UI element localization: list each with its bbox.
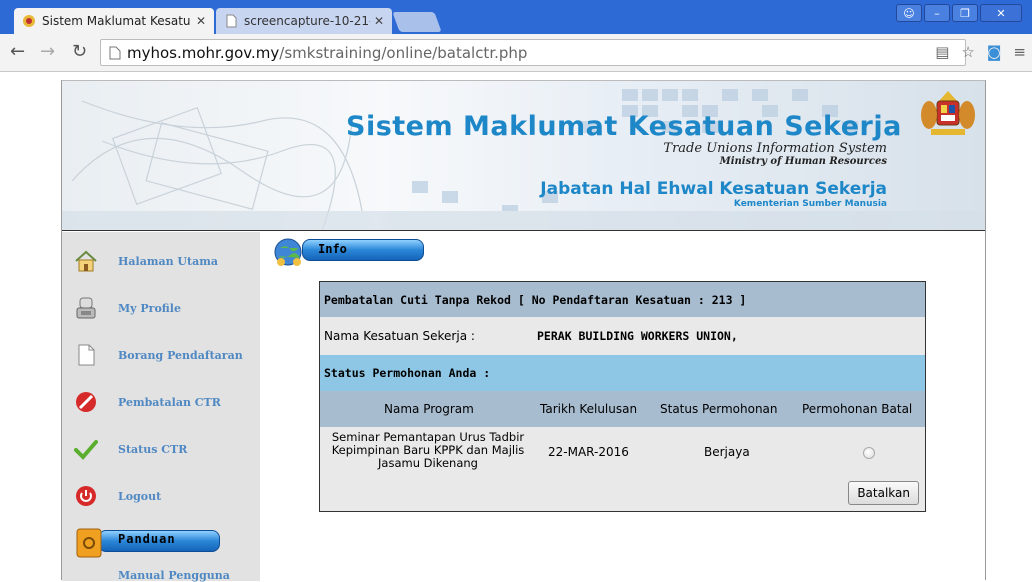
status-cell: Berjaya xyxy=(704,445,750,459)
page-frame: Sistem Maklumat Kesatuan Sekerja Trade U… xyxy=(61,80,986,582)
sidebar-item-label: Status CTR xyxy=(118,442,188,456)
new-tab-button[interactable] xyxy=(392,12,442,32)
sidebar-item-logout[interactable]: Logout xyxy=(62,473,260,519)
sidebar-item-label: Logout xyxy=(118,489,162,503)
crest-favicon-icon xyxy=(23,15,35,27)
sidebar-item-label: My Profile xyxy=(118,301,181,315)
sidebar-item-halaman-utama[interactable]: Halaman Utama xyxy=(62,238,260,284)
maximize-icon[interactable]: ❐ xyxy=(952,4,978,22)
batalkan-button[interactable]: Batalkan xyxy=(848,481,919,505)
sidebar-item-status-ctr[interactable]: Status CTR xyxy=(62,426,260,472)
tab-close-icon[interactable]: ✕ xyxy=(374,14,384,28)
sidebar: Halaman Utama My Profile Borang Pendafta… xyxy=(62,232,260,582)
sidebar-item-label: Borang Pendaftaran xyxy=(118,348,243,362)
profile-icon xyxy=(76,297,96,319)
reload-icon[interactable]: ↻ xyxy=(72,41,87,62)
browser-toolbar: ← → ↻ myhos.mohr.gov.my/smkstraining/onl… xyxy=(0,34,1032,72)
cancel-request-radio[interactable] xyxy=(863,447,875,459)
user-icon[interactable]: ☺ xyxy=(896,4,922,22)
translate-icon[interactable]: ▤ xyxy=(935,43,949,61)
main-content: Info Pembatalan Cuti Tanpa Rekod [ No Pe… xyxy=(260,232,985,581)
panduan-label: Panduan xyxy=(118,532,176,546)
sidebar-item-my-profile[interactable]: My Profile xyxy=(62,285,260,331)
bookmark-star-icon[interactable]: ☆ xyxy=(961,43,974,61)
header-banner: Sistem Maklumat Kesatuan Sekerja Trade U… xyxy=(62,81,985,231)
address-book-icon xyxy=(76,528,102,558)
forward-icon[interactable]: → xyxy=(40,41,55,62)
globe-icon xyxy=(274,238,302,266)
union-name-label: Nama Kesatuan Sekerja : xyxy=(324,329,475,343)
sidebar-item-borang-pendaftaran[interactable]: Borang Pendaftaran xyxy=(62,332,260,378)
info-section-header: Info xyxy=(272,236,424,266)
browser-tab-active[interactable]: Sistem Maklumat Kesatu ✕ xyxy=(14,8,214,34)
panduan-section-header: Panduan xyxy=(74,526,220,558)
url-host: myhos.mohr.gov.my xyxy=(127,43,280,62)
window-controls: ☺ – ❐ ✕ xyxy=(896,4,1022,22)
sidebar-item-label: Halaman Utama xyxy=(118,254,218,268)
sidebar-item-label: Pembatalan CTR xyxy=(118,395,221,409)
banner-ministry: Ministry of Human Resources xyxy=(719,156,887,167)
panel-heading: Pembatalan Cuti Tanpa Rekod [ No Pendaft… xyxy=(320,282,925,317)
browser-tab-inactive[interactable]: screencapture-10-21-81 ✕ xyxy=(216,8,392,34)
document-icon xyxy=(78,344,95,366)
banner-subtitle: Trade Unions Information System xyxy=(663,141,887,156)
url-path: /smkstraining/online/batalctr.php xyxy=(279,43,528,62)
browser-tab-title: screencapture-10-21-81 xyxy=(244,14,370,28)
program-name-cell: Seminar Pemantapan Urus Tadbir Kepimpina… xyxy=(331,430,525,470)
power-icon xyxy=(76,486,96,506)
union-name-row: Nama Kesatuan Sekerja : PERAK BUILDING W… xyxy=(320,317,925,355)
status-heading: Status Permohonan Anda : xyxy=(320,355,925,391)
panel-footer: Batalkan xyxy=(320,477,925,511)
column-header-status: Status Permohonan xyxy=(660,402,778,416)
browser-tab-bar: Sistem Maklumat Kesatu ✕ screencapture-1… xyxy=(0,0,1032,34)
minimize-icon[interactable]: – xyxy=(924,4,950,22)
address-bar[interactable]: myhos.mohr.gov.my/smkstraining/online/ba… xyxy=(100,39,966,66)
approval-date-cell: 22-MAR-2016 xyxy=(548,445,629,459)
cancellation-panel: Pembatalan Cuti Tanpa Rekod [ No Pendaft… xyxy=(319,281,926,512)
menu-icon[interactable]: ≡ xyxy=(1013,43,1026,61)
browser-tab-title: Sistem Maklumat Kesatu xyxy=(42,14,191,28)
union-name-value: PERAK BUILDING WORKERS UNION, xyxy=(537,329,738,343)
banner-department-sub: Kementerian Sumber Manusia xyxy=(733,199,887,209)
banner-department: Jabatan Hal Ehwal Kesatuan Sekerja xyxy=(540,179,887,199)
page-favicon-icon xyxy=(226,14,237,28)
window-close-icon[interactable]: ✕ xyxy=(980,4,1022,22)
page-icon xyxy=(109,46,121,59)
home-icon xyxy=(75,250,97,272)
column-header-cancel: Permohonan Batal xyxy=(802,402,913,416)
checkmark-icon xyxy=(74,440,98,460)
coat-of-arms-logo xyxy=(921,91,975,135)
info-label: Info xyxy=(318,242,347,256)
back-icon[interactable]: ← xyxy=(10,41,25,62)
manual-pengguna-link[interactable]: Manual Pengguna xyxy=(118,569,230,582)
tab-close-icon[interactable]: ✕ xyxy=(196,14,206,28)
table-header-row: Nama Program Tarikh Kelulusan Status Per… xyxy=(320,391,925,427)
cancel-icon xyxy=(76,392,96,412)
banner-title: Sistem Maklumat Kesatuan Sekerja xyxy=(346,111,902,142)
camera-icon[interactable]: ◙ xyxy=(987,43,1002,61)
sidebar-item-pembatalan-ctr[interactable]: Pembatalan CTR xyxy=(62,379,260,425)
column-header-date: Tarikh Kelulusan xyxy=(540,402,638,416)
table-row: Seminar Pemantapan Urus Tadbir Kepimpina… xyxy=(320,427,925,477)
column-header-program: Nama Program xyxy=(384,402,474,416)
